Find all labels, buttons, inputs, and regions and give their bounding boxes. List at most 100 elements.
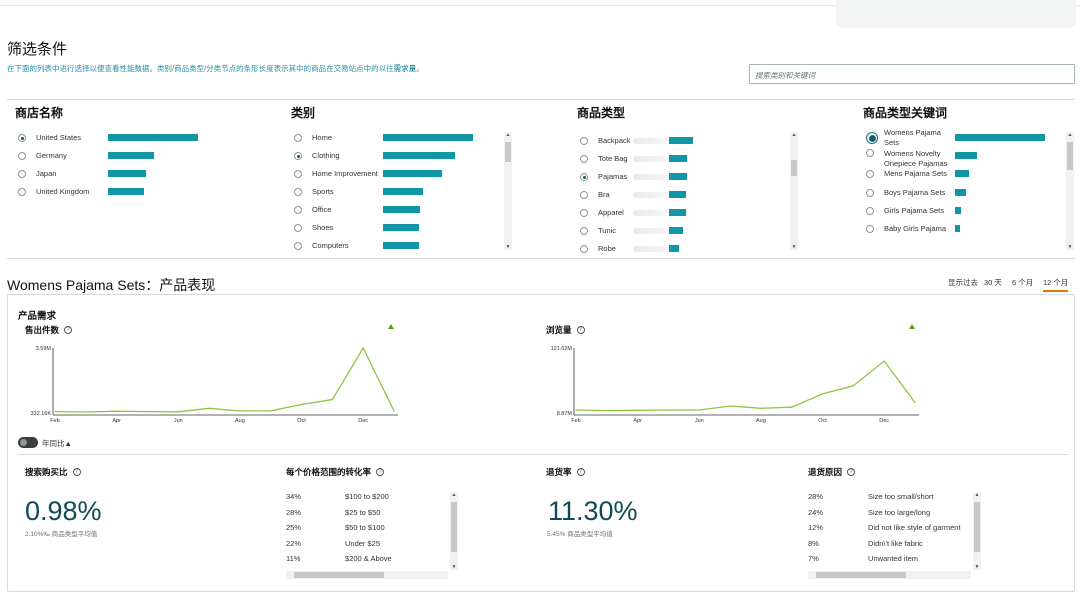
- demand-bar: [955, 152, 977, 160]
- demand-link[interactable]: 需求量: [394, 64, 417, 73]
- scroll-up-icon[interactable]: ▲: [450, 492, 458, 498]
- radio-selected-icon[interactable]: [866, 132, 878, 144]
- help-icon[interactable]: ?: [847, 468, 856, 476]
- conversion-row-pct: 11%: [286, 554, 301, 564]
- trend-up-icon: [388, 324, 394, 329]
- filter-option[interactable]: Home: [294, 131, 386, 145]
- filter-option[interactable]: United States: [18, 131, 108, 145]
- radio-icon[interactable]: [866, 149, 874, 158]
- scroll-up-icon[interactable]: ▲: [790, 132, 798, 138]
- help-icon[interactable]: ?: [376, 468, 385, 476]
- radio-icon[interactable]: [866, 170, 874, 179]
- conversion-scrollbar[interactable]: ▲ ▼: [450, 492, 458, 570]
- filter-option[interactable]: Germany: [18, 149, 108, 163]
- radio-icon[interactable]: [580, 137, 588, 145]
- scroll-down-icon[interactable]: ▼: [1066, 244, 1074, 250]
- radio-icon[interactable]: [866, 188, 874, 197]
- help-icon[interactable]: ?: [576, 468, 585, 476]
- scroll-up-icon[interactable]: ▲: [1066, 132, 1074, 138]
- scroll-thumb[interactable]: [451, 502, 457, 552]
- radio-icon[interactable]: [866, 225, 874, 233]
- reasons-scrollbar[interactable]: ▲ ▼: [973, 492, 981, 570]
- radio-icon[interactable]: [580, 209, 588, 217]
- scroll-down-icon[interactable]: ▼: [504, 244, 512, 250]
- filter-option[interactable]: Girls Pajama Sets: [866, 204, 956, 218]
- radio-icon[interactable]: [294, 188, 302, 196]
- radio-icon[interactable]: [294, 242, 302, 250]
- radio-icon[interactable]: [580, 155, 588, 163]
- search-purchase-title: 搜索购买比 ?: [25, 466, 81, 478]
- radio-icon[interactable]: [294, 170, 302, 178]
- filter-option[interactable]: Sports: [294, 185, 386, 199]
- page-views-point: [760, 407, 762, 409]
- scroll-thumb[interactable]: [1067, 142, 1073, 170]
- filter-option[interactable]: Womens Pajama Sets: [866, 128, 956, 147]
- filter-option-label: Computers: [312, 241, 349, 250]
- range-option-6m[interactable]: 6 个月: [1012, 277, 1033, 288]
- units-sold-series-line: [54, 346, 395, 413]
- page-views-point: [729, 405, 731, 407]
- range-option-12m[interactable]: 12 个月: [1043, 277, 1069, 292]
- demand-bar: [108, 152, 154, 159]
- radio-icon[interactable]: [294, 224, 302, 232]
- keyword-scrollbar[interactable]: ▲ ▼: [1066, 132, 1074, 250]
- scroll-up-icon[interactable]: ▲: [504, 132, 512, 138]
- radio-icon[interactable]: [294, 134, 302, 142]
- scroll-thumb[interactable]: [816, 572, 906, 578]
- search-input[interactable]: 搜索类别和关键词: [749, 64, 1075, 84]
- page-views-point: [914, 401, 916, 404]
- radio-selected-icon[interactable]: [294, 152, 302, 160]
- scroll-thumb[interactable]: [294, 572, 384, 578]
- conversion-row-label: $50 to $100: [345, 523, 385, 533]
- range-option-30d[interactable]: 30 天: [984, 277, 1002, 288]
- filter-option[interactable]: Mens Pajama Sets: [866, 167, 956, 181]
- filter-option[interactable]: Computers: [294, 239, 386, 253]
- conversion-hscroll[interactable]: [286, 571, 448, 579]
- units-sold-point: [362, 347, 364, 349]
- units-sold-point: [300, 403, 303, 406]
- scroll-up-icon[interactable]: ▲: [973, 492, 981, 498]
- units-sold-point: [146, 411, 149, 413]
- filter-option-label: Boys Pajama Sets: [884, 187, 946, 197]
- filter-option[interactable]: Japan: [18, 167, 108, 181]
- scroll-thumb[interactable]: [974, 502, 980, 552]
- filter-option[interactable]: Office: [294, 203, 386, 217]
- radio-icon[interactable]: [580, 227, 588, 235]
- product-type-scrollbar[interactable]: ▲ ▼: [790, 132, 798, 250]
- help-icon[interactable]: ?: [72, 468, 81, 476]
- radio-selected-icon[interactable]: [18, 134, 26, 142]
- radio-selected-icon[interactable]: [580, 173, 588, 181]
- radio-icon[interactable]: [18, 170, 26, 178]
- yoy-toggle[interactable]: [18, 437, 38, 448]
- category-scrollbar[interactable]: ▲ ▼: [504, 132, 512, 250]
- page-views-point: [667, 409, 670, 411]
- filter-option[interactable]: Home Improvement: [294, 167, 386, 181]
- scroll-down-icon[interactable]: ▼: [450, 564, 458, 570]
- radio-icon[interactable]: [18, 188, 26, 196]
- filter-option[interactable]: Shoes: [294, 221, 386, 235]
- units-sold-x-tick-label: Feb: [50, 418, 59, 424]
- radio-icon[interactable]: [294, 206, 302, 214]
- filter-option[interactable]: United Kingdom: [18, 185, 108, 199]
- category-filter-title: 类别: [291, 106, 316, 120]
- scroll-thumb[interactable]: [791, 160, 797, 176]
- scroll-thumb[interactable]: [505, 142, 511, 162]
- filter-option[interactable]: Clothing: [294, 149, 386, 163]
- scroll-down-icon[interactable]: ▼: [973, 564, 981, 570]
- return-rate-label: 退货率: [546, 467, 572, 477]
- filter-option-label: United Kingdom: [36, 187, 90, 196]
- demand-bar: [383, 224, 419, 231]
- radio-icon[interactable]: [866, 206, 874, 215]
- demand-bar: [383, 206, 420, 213]
- filter-option-label: Shoes: [312, 223, 334, 232]
- blurred-text: [633, 156, 669, 162]
- radio-icon[interactable]: [18, 152, 26, 160]
- scroll-down-icon[interactable]: ▼: [790, 244, 798, 250]
- radio-icon[interactable]: [580, 245, 588, 253]
- reasons-hscroll[interactable]: [808, 571, 971, 579]
- filter-option[interactable]: Baby Girls Pajama: [866, 222, 956, 236]
- demand-bar: [669, 155, 687, 162]
- radio-icon[interactable]: [580, 191, 588, 199]
- product-type-filter-panel: 商品类型 Backpack Tote Bag Pajamas Bra Apparel Tu…: [577, 104, 802, 254]
- filter-option[interactable]: Boys Pajama Sets: [866, 186, 956, 200]
